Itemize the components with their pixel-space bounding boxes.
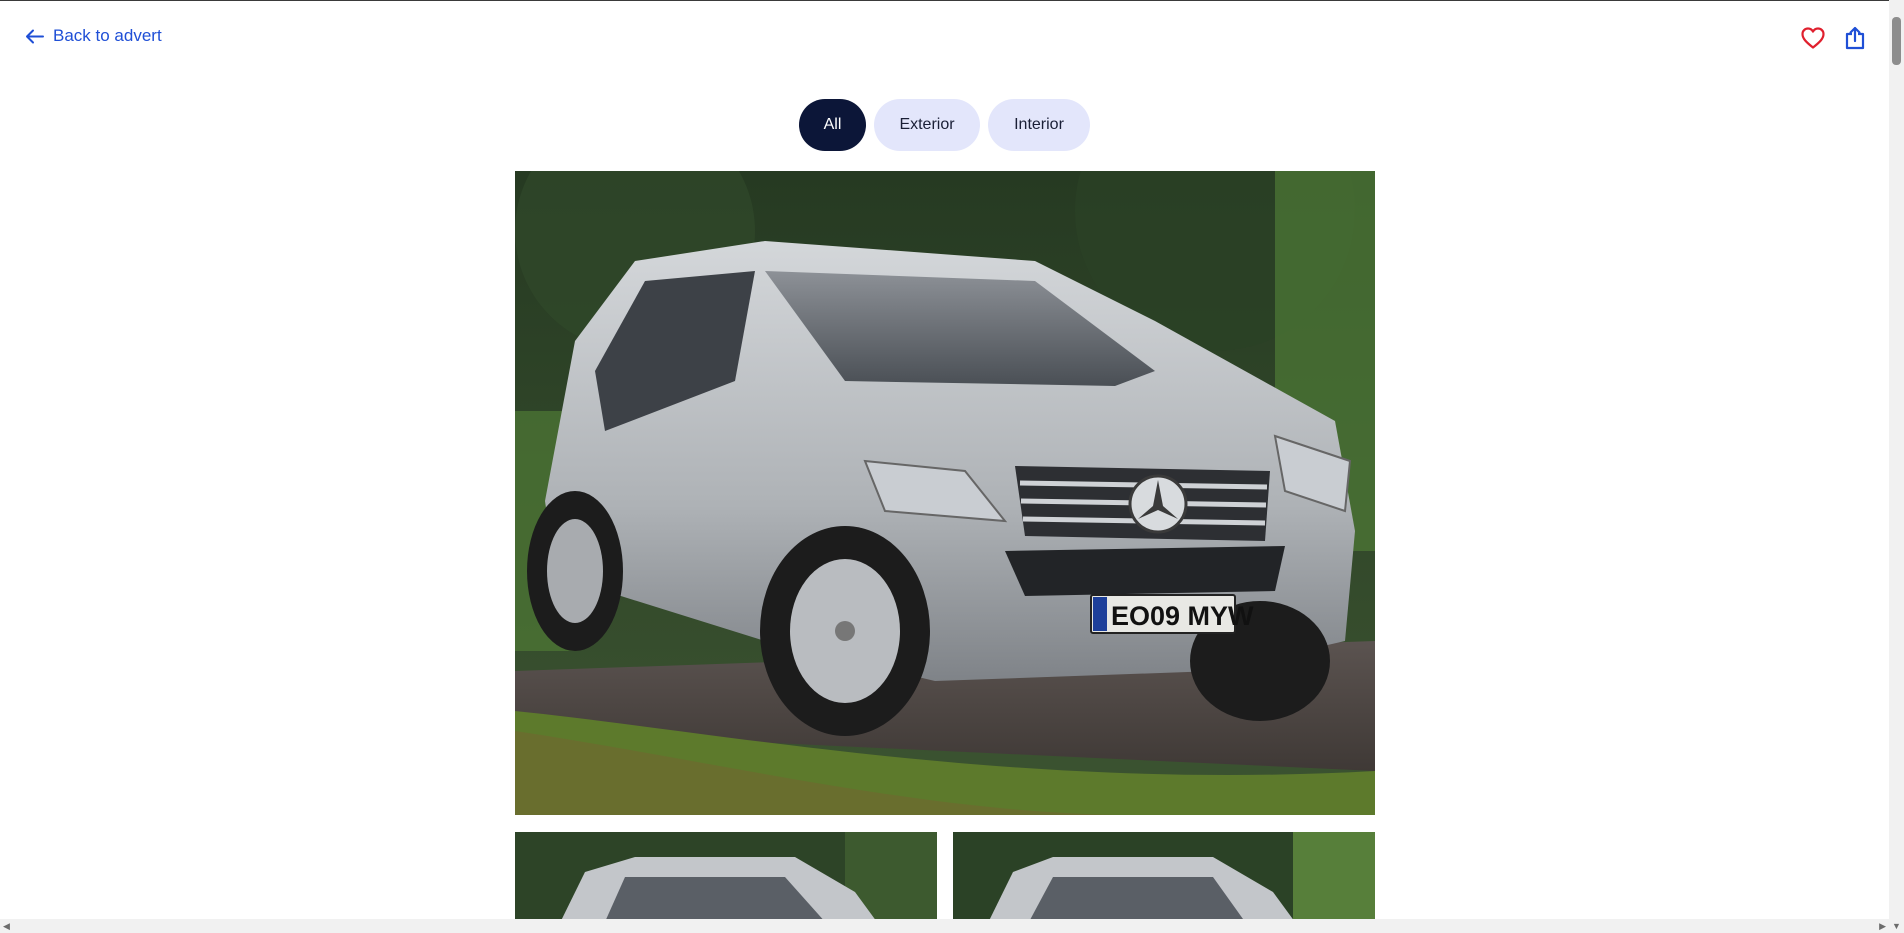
back-to-advert-link[interactable]: Back to advert: [25, 26, 162, 46]
main-car-photo[interactable]: EO09 MYW: [515, 171, 1375, 815]
photo-filter-tabs: All Exterior Interior: [799, 99, 1090, 151]
filter-tab-interior[interactable]: Interior: [988, 99, 1090, 151]
vertical-scrollbar[interactable]: ▼: [1889, 0, 1904, 933]
filter-tab-all[interactable]: All: [799, 99, 866, 151]
back-to-advert-label: Back to advert: [53, 26, 162, 45]
top-border: [0, 0, 1904, 1]
arrow-left-icon: [26, 29, 44, 43]
vertical-scroll-thumb[interactable]: [1892, 17, 1901, 65]
filter-tab-interior-label: Interior: [1014, 116, 1064, 133]
number-plate-text: EO09 MYW: [1111, 601, 1254, 631]
horizontal-scrollbar[interactable]: ◀ ▶: [0, 919, 1889, 933]
share-button[interactable]: [1842, 25, 1868, 51]
filter-tab-exterior-label: Exterior: [899, 116, 955, 133]
scroll-left-arrow-icon[interactable]: ◀: [3, 921, 10, 931]
scroll-right-arrow-icon[interactable]: ▶: [1879, 921, 1886, 931]
heart-icon: [1801, 27, 1825, 49]
car-photo-thumbnail[interactable]: [515, 832, 937, 933]
favourite-button[interactable]: [1800, 25, 1826, 51]
scroll-down-arrow-icon[interactable]: ▼: [1892, 921, 1901, 931]
share-icon: [1845, 26, 1865, 50]
filter-tab-all-label: All: [823, 116, 842, 133]
car-photo-thumbnail[interactable]: [953, 832, 1375, 933]
filter-tab-exterior[interactable]: Exterior: [874, 99, 980, 151]
